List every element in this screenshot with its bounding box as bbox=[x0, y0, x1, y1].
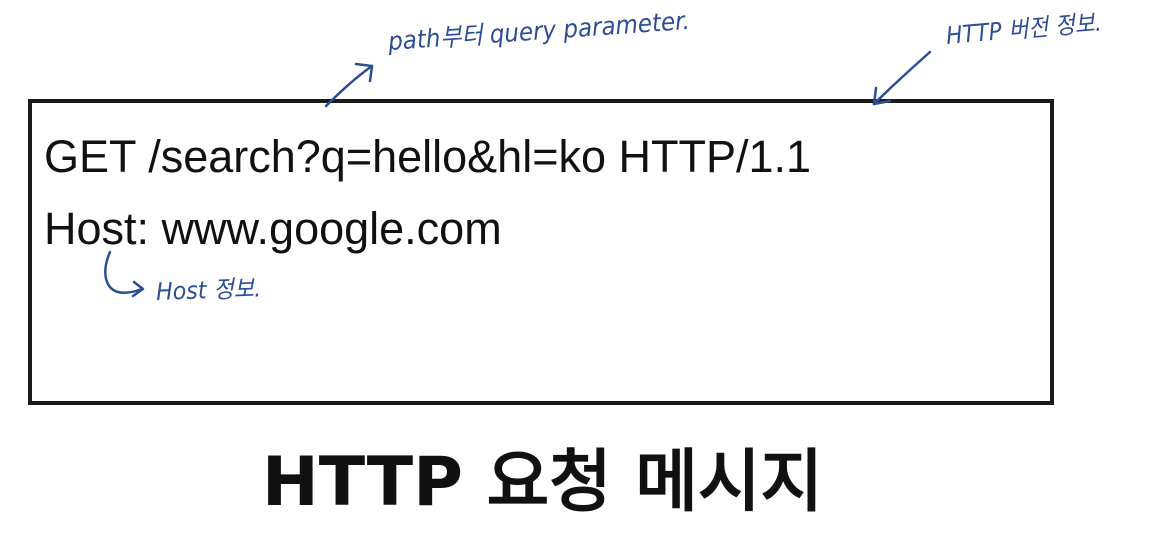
diagram-caption: HTTP 요청 메시지 bbox=[261, 443, 824, 522]
host-header-line: Host: www.google.com bbox=[44, 203, 502, 254]
http-version-annotation: HTTP 버전 정보. bbox=[944, 8, 1103, 50]
version-annotation-arrow bbox=[872, 50, 932, 106]
http-request-message-box: GET /search?q=hello&hl=ko HTTP/1.1 Host:… bbox=[28, 99, 1054, 405]
host-annotation: Host 정보. bbox=[155, 274, 262, 306]
request-line: GET /search?q=hello&hl=ko HTTP/1.1 bbox=[44, 131, 812, 182]
path-query-annotation: path부터 query parameter. bbox=[387, 5, 691, 56]
